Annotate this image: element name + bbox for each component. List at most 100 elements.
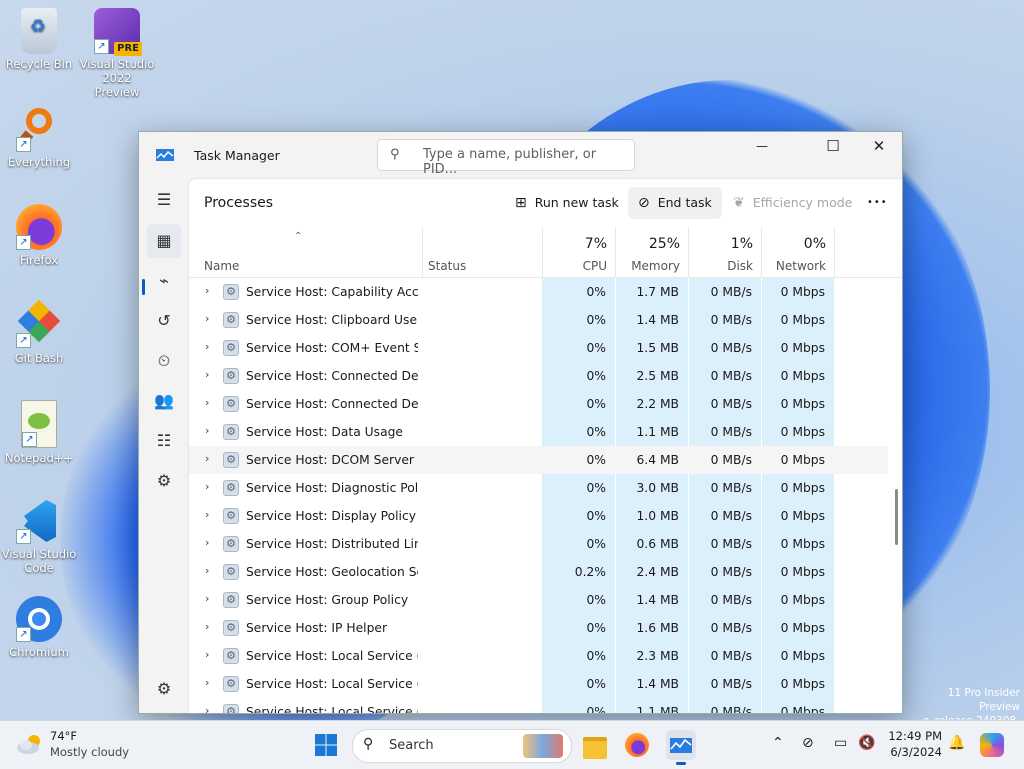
table-row[interactable]: › ⚙ Service Host: Connected Devi... 0% 2.2 M… bbox=[189, 390, 888, 418]
table-row[interactable]: › ⚙ Service Host: IP Helper 0% 1.6 MB 0 MB/s 0… bbox=[189, 614, 888, 642]
expand-chevron-icon[interactable]: › bbox=[205, 368, 209, 381]
table-row[interactable]: › ⚙ Service Host: Display Policy Se... 0% 1.… bbox=[189, 502, 888, 530]
memory-total-percent: 25% bbox=[648, 236, 680, 252]
column-header-cpu[interactable]: 7% CPU bbox=[542, 227, 616, 277]
table-row[interactable]: › ⚙ Service Host: Group Policy 0% 1.4 MB 0 MB… bbox=[189, 586, 888, 614]
process-list: › ⚙ Service Host: Capability Acces... 0% 1.7… bbox=[189, 278, 888, 713]
taskbar-clock[interactable]: 12:49 PM 6/3/2024 bbox=[858, 728, 942, 760]
process-disk-value: 0 MB/s bbox=[710, 285, 752, 299]
copilot-icon[interactable] bbox=[980, 733, 1004, 757]
table-row[interactable]: › ⚙ Service Host: Local Service (N... 0% 1.1… bbox=[189, 698, 888, 713]
expand-chevron-icon[interactable]: › bbox=[205, 480, 209, 493]
column-header-network[interactable]: 0% Network bbox=[761, 227, 835, 277]
desktop-icon-git-bash[interactable]: ↗ Git Bash bbox=[1, 299, 77, 365]
process-search-input[interactable]: ⚲ Type a name, publisher, or PID... bbox=[377, 139, 635, 177]
efficiency-mode-button[interactable]: ❦ Efficiency mode bbox=[723, 187, 862, 219]
expand-chevron-icon[interactable]: › bbox=[205, 340, 209, 353]
expand-chevron-icon[interactable]: › bbox=[205, 592, 209, 605]
hamburger-menu-button[interactable]: ☰ bbox=[147, 183, 181, 217]
expand-chevron-icon[interactable]: › bbox=[205, 704, 209, 713]
process-network-value: 0 Mbps bbox=[780, 313, 825, 327]
nav-startup-apps[interactable]: ⏲ bbox=[147, 344, 181, 378]
more-options-button[interactable]: ••• bbox=[857, 187, 898, 219]
desktop-icon-recycle-bin[interactable]: ♻ Recycle Bin bbox=[1, 8, 77, 71]
desktop-icon-firefox[interactable]: ↗ Firefox bbox=[1, 204, 77, 267]
table-row[interactable]: › ⚙ Service Host: Geolocation Serv... 0.2% 2… bbox=[189, 558, 888, 586]
desktop-icon-visual-studio-preview[interactable]: PRE ↗ Visual Studio 2022 Preview bbox=[79, 8, 155, 99]
process-name: Service Host: Diagnostic Polic... bbox=[246, 481, 418, 495]
shortcut-arrow-icon: ↗ bbox=[16, 235, 31, 250]
expand-chevron-icon[interactable]: › bbox=[205, 396, 209, 409]
title-bar[interactable]: Task Manager ⚲ Type a name, publisher, o… bbox=[139, 132, 902, 178]
process-memory-value: 2.3 MB bbox=[636, 649, 679, 663]
start-button[interactable] bbox=[311, 730, 341, 760]
end-task-icon: ⊘ bbox=[638, 195, 650, 211]
maximize-button[interactable]: ☐ bbox=[810, 132, 856, 162]
expand-chevron-icon[interactable]: › bbox=[205, 284, 209, 297]
table-row[interactable]: › ⚙ Service Host: Capability Acces... 0% 1.7… bbox=[189, 278, 888, 306]
expand-chevron-icon[interactable]: › bbox=[205, 312, 209, 325]
column-header-status[interactable]: Status bbox=[422, 227, 543, 277]
table-row[interactable]: › ⚙ Service Host: Diagnostic Polic... 0% 3.0… bbox=[189, 474, 888, 502]
run-new-task-button[interactable]: ⊞ Run new task bbox=[505, 187, 629, 219]
table-row[interactable]: › ⚙ Service Host: Local Service (N... 0% 1.4… bbox=[189, 670, 888, 698]
process-disk-value: 0 MB/s bbox=[710, 621, 752, 635]
table-row[interactable]: › ⚙ Service Host: COM+ Event Sys... 0% 1.5 M… bbox=[189, 334, 888, 362]
firefox-icon bbox=[625, 733, 649, 757]
vscode-icon: ↗ bbox=[16, 498, 62, 544]
notepad-plus-plus-icon: ↗ bbox=[21, 400, 57, 448]
desktop-icon-vscode[interactable]: ↗ Visual Studio Code bbox=[1, 498, 77, 575]
expand-chevron-icon[interactable]: › bbox=[205, 536, 209, 549]
everything-magnifier-icon: ↗ bbox=[16, 106, 62, 152]
nav-details[interactable]: ☷ bbox=[147, 424, 181, 458]
process-disk-value: 0 MB/s bbox=[710, 593, 752, 607]
expand-chevron-icon[interactable]: › bbox=[205, 508, 209, 521]
process-cpu-value: 0% bbox=[586, 593, 606, 607]
vertical-scrollbar[interactable] bbox=[895, 489, 898, 545]
nav-performance[interactable]: ⌁ bbox=[147, 264, 181, 298]
desktop-icon-chromium[interactable]: ↗ Chromium bbox=[1, 596, 77, 659]
taskbar-task-manager[interactable] bbox=[666, 730, 696, 765]
table-row[interactable]: › ⚙ Service Host: Clipboard User S... 0% 1.4… bbox=[189, 306, 888, 334]
nav-processes[interactable]: ▦ bbox=[147, 224, 181, 258]
taskbar-search-box[interactable]: ⚲ Search bbox=[352, 729, 572, 763]
taskbar-firefox[interactable] bbox=[622, 730, 652, 760]
nav-app-history[interactable]: ↺ bbox=[147, 304, 181, 338]
column-header-memory[interactable]: 25% Memory bbox=[615, 227, 689, 277]
display-icon[interactable]: ▭ bbox=[834, 735, 847, 751]
nav-users[interactable]: 👥 bbox=[147, 384, 181, 418]
table-row[interactable]: › ⚙ Service Host: Connected Devi... 0% 2.5 M… bbox=[189, 362, 888, 390]
nav-services[interactable]: ⚙ bbox=[147, 464, 181, 498]
process-cpu-value: 0.2% bbox=[574, 565, 606, 579]
task-manager-window: Task Manager ⚲ Type a name, publisher, o… bbox=[138, 131, 903, 714]
bell-icon[interactable]: 🔔 bbox=[948, 735, 965, 751]
column-header-disk[interactable]: 1% Disk bbox=[688, 227, 762, 277]
expand-chevron-icon[interactable]: › bbox=[205, 452, 209, 465]
nav-settings[interactable]: ⚙ bbox=[147, 672, 181, 706]
taskbar-file-explorer[interactable] bbox=[580, 730, 610, 760]
table-row[interactable]: › ⚙ Service Host: Distributed Link ... 0% 0.… bbox=[189, 530, 888, 558]
expand-chevron-icon[interactable]: › bbox=[205, 648, 209, 661]
desktop-icon-label: Firefox bbox=[19, 253, 59, 267]
service-host-icon: ⚙ bbox=[223, 508, 239, 524]
leaf-icon: ❦ bbox=[733, 195, 745, 211]
close-button[interactable]: ✕ bbox=[856, 132, 902, 162]
desktop-icon-notepad-plus-plus[interactable]: ↗ Notepad++ bbox=[1, 400, 77, 465]
process-network-value: 0 Mbps bbox=[780, 285, 825, 299]
desktop-icon-everything[interactable]: ↗ Everything bbox=[1, 106, 77, 169]
show-hidden-icons-button[interactable]: ⌃ bbox=[772, 735, 784, 751]
table-row[interactable]: › ⚙ Service Host: Local Service (N... 0% 2.3… bbox=[189, 642, 888, 670]
process-network-value: 0 Mbps bbox=[780, 593, 825, 607]
expand-chevron-icon[interactable]: › bbox=[205, 564, 209, 577]
expand-chevron-icon[interactable]: › bbox=[205, 620, 209, 633]
expand-chevron-icon[interactable]: › bbox=[205, 424, 209, 437]
table-row[interactable]: › ⚙ Service Host: DCOM Server Pr... 0% 6.4 M… bbox=[189, 446, 888, 474]
process-name: Service Host: Group Policy bbox=[246, 593, 409, 607]
table-row[interactable]: › ⚙ Service Host: Data Usage 0% 1.1 MB 0 MB/s… bbox=[189, 418, 888, 446]
expand-chevron-icon[interactable]: › bbox=[205, 676, 209, 689]
end-task-button[interactable]: ⊘ End task bbox=[628, 187, 722, 219]
minimize-button[interactable]: — bbox=[739, 132, 785, 162]
efficiency-mode-label: Efficiency mode bbox=[752, 195, 853, 210]
column-header-name[interactable]: ⌃ Name bbox=[189, 227, 423, 277]
network-off-icon[interactable]: ⊘ bbox=[802, 735, 814, 751]
